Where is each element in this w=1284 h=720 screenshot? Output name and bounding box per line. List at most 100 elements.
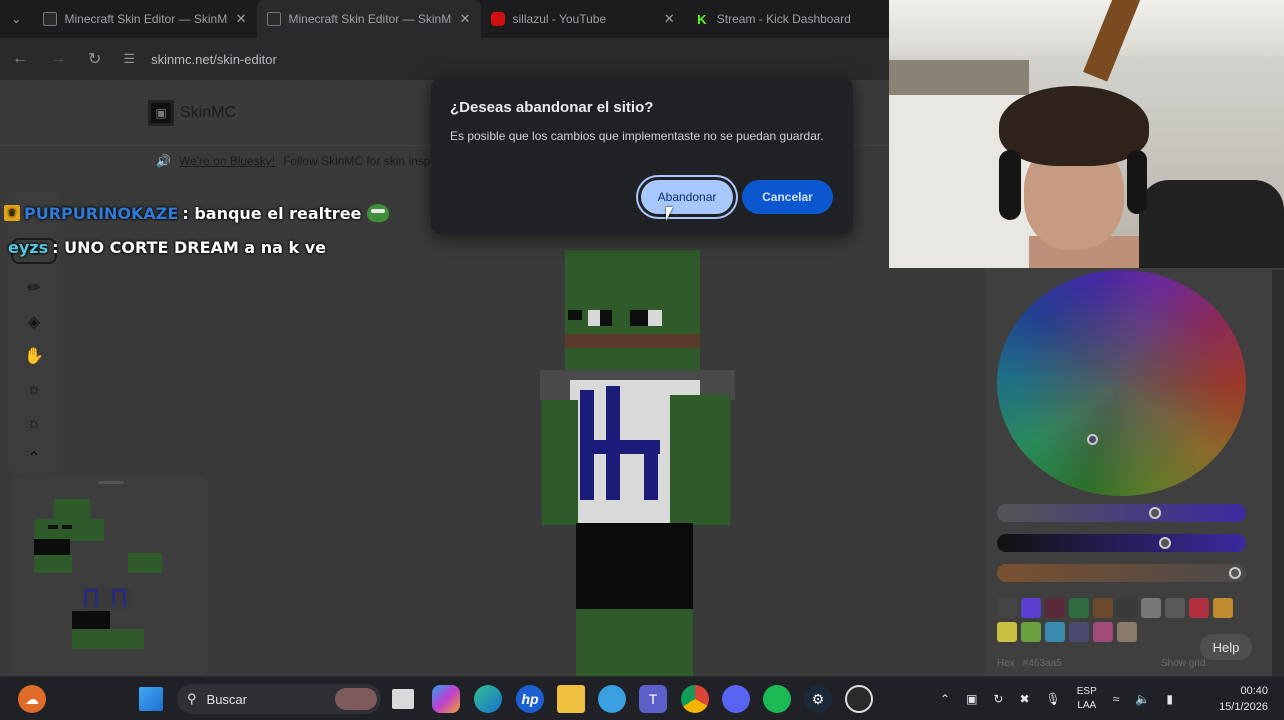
tab-kick-dashboard[interactable]: K Stream - Kick Dashboard <box>685 0 889 38</box>
leave-button[interactable]: Abandonar <box>641 180 733 214</box>
color-swatch[interactable] <box>997 622 1017 642</box>
site-brand[interactable]: SkinMC <box>180 104 236 122</box>
more-icon[interactable]: ⌃ <box>22 448 46 468</box>
color-swatch[interactable] <box>1189 598 1209 618</box>
color-swatch[interactable] <box>1045 598 1065 618</box>
start-button-icon[interactable] <box>139 687 163 711</box>
tray-app-icon[interactable]: ▣ <box>966 692 977 706</box>
hand-icon[interactable]: ✋ <box>22 346 46 366</box>
darken-icon[interactable]: ☼ <box>22 414 46 434</box>
color-swatch[interactable] <box>1021 598 1041 618</box>
kick-favicon-icon: K <box>694 12 709 27</box>
system-tray: ⌃ ▣ ↻ ✖ 🎙 ESP LAA ≈ 🔈 ▮ <box>940 677 1173 720</box>
back-arrow-icon[interactable]: ← <box>12 50 28 68</box>
color-swatch[interactable] <box>1213 598 1233 618</box>
drag-handle[interactable] <box>98 481 124 484</box>
color-swatch[interactable] <box>1093 598 1113 618</box>
tab-title: sillazul - YouTube <box>512 12 607 26</box>
site-info-icon[interactable]: ☰ <box>123 51 135 67</box>
close-icon[interactable]: ✕ <box>664 11 675 27</box>
tab-skin-editor-1[interactable]: Minecraft Skin Editor — SkinMC ✕ <box>33 0 257 38</box>
clock[interactable]: 00:40 15/1/2026 <box>1208 683 1268 715</box>
cancel-button[interactable]: Cancelar <box>742 180 833 214</box>
teams-icon[interactable]: T <box>639 685 667 713</box>
hex-label: Hex <box>997 658 1015 669</box>
search-highlight-icon <box>335 688 377 710</box>
weather-widget-icon[interactable]: ☁ <box>18 685 46 713</box>
task-view-icon[interactable] <box>392 689 414 709</box>
tab-title: Minecraft Skin Editor — SkinMC <box>288 12 452 26</box>
tab-search-chevron-icon[interactable]: ⌄ <box>0 0 33 38</box>
value-slider[interactable] <box>997 534 1246 552</box>
wifi-icon[interactable]: ≈ <box>1113 692 1120 706</box>
color-swatch[interactable] <box>1069 622 1089 642</box>
eyedropper-icon[interactable]: ✏ <box>22 278 46 298</box>
color-swatch[interactable] <box>1117 622 1137 642</box>
tab-youtube[interactable]: sillazul - YouTube ✕ <box>481 0 685 38</box>
color-swatch[interactable] <box>1093 622 1113 642</box>
color-swatch[interactable] <box>1045 622 1065 642</box>
banner-text: Follow SkinMC for skin inspi <box>283 154 434 168</box>
chat-username: eyzs <box>8 237 49 257</box>
forward-arrow-icon[interactable]: → <box>50 50 66 68</box>
slider-knob[interactable] <box>1229 567 1241 579</box>
taskbar-search[interactable]: ⚲ Buscar <box>177 684 381 714</box>
dialog-message: Es posible que los cambios que implement… <box>450 129 824 143</box>
alpha-slider[interactable] <box>997 564 1246 582</box>
bucket-icon[interactable]: ◈ <box>22 312 46 332</box>
reload-icon[interactable]: ↻ <box>88 49 101 69</box>
chevron-up-icon[interactable]: ⌃ <box>940 692 950 706</box>
tab-title: Minecraft Skin Editor — SkinMC <box>64 12 228 26</box>
color-swatch[interactable] <box>1117 598 1137 618</box>
steam-icon[interactable]: ⚙ <box>804 685 832 713</box>
url-text[interactable]: skinmc.net/skin-editor <box>151 52 277 67</box>
slider-knob[interactable] <box>1149 507 1161 519</box>
color-swatch[interactable] <box>1165 598 1185 618</box>
obs-icon[interactable] <box>845 685 873 713</box>
copilot-icon[interactable] <box>432 685 460 713</box>
tab-skin-editor-2[interactable]: Minecraft Skin Editor — SkinMC ✕ <box>256 0 481 38</box>
lang-bottom: LAA <box>1077 700 1097 711</box>
skin-texture-preview[interactable] <box>12 477 208 675</box>
brightness-icon[interactable]: ☼ <box>22 380 46 400</box>
hex-value[interactable]: #463aa5 <box>1023 658 1062 669</box>
chat-message: eyzs : UNO CORTE DREAM a na k ve <box>0 230 389 264</box>
close-icon[interactable]: ✕ <box>460 11 471 27</box>
volume-icon[interactable]: 🔈 <box>1135 692 1150 706</box>
microphone-icon[interactable]: 🎙 <box>1046 692 1061 706</box>
file-explorer-icon[interactable] <box>557 685 585 713</box>
date: 15/1/2026 <box>1219 701 1268 713</box>
show-grid-toggle[interactable]: Show grid <box>1161 658 1205 669</box>
edge-icon[interactable] <box>474 685 502 713</box>
color-swatch[interactable] <box>997 598 1017 618</box>
color-wheel[interactable] <box>997 270 1246 496</box>
mouse-cursor-icon <box>666 207 678 221</box>
language-indicator[interactable]: ESP LAA <box>1077 685 1097 713</box>
color-wheel-knob[interactable] <box>1087 434 1098 445</box>
hp-icon[interactable]: hp <box>516 685 544 713</box>
discord-icon[interactable] <box>722 685 750 713</box>
color-swatch[interactable] <box>1069 598 1089 618</box>
chrome-icon[interactable] <box>681 685 709 713</box>
scrollbar[interactable] <box>1272 270 1284 676</box>
color-swatch[interactable] <box>1141 598 1161 618</box>
app-icon[interactable] <box>598 685 626 713</box>
skinmc-favicon-icon <box>42 12 57 26</box>
screen: ⌄ Minecraft Skin Editor — SkinMC ✕ Minec… <box>0 0 1284 720</box>
no-notifications-icon[interactable]: ✖ <box>1019 692 1029 706</box>
battery-icon[interactable]: ▮ <box>1166 692 1173 706</box>
tab-title: Stream - Kick Dashboard <box>716 12 851 26</box>
hue-slider[interactable] <box>997 504 1246 522</box>
skinmc-logo-icon[interactable]: ▣ <box>148 99 174 126</box>
search-placeholder: Buscar <box>206 691 247 707</box>
sync-icon[interactable]: ↻ <box>993 692 1003 706</box>
color-swatch[interactable] <box>1021 622 1041 642</box>
slider-knob[interactable] <box>1159 537 1171 549</box>
help-button[interactable]: Help <box>1200 634 1252 660</box>
color-swatches <box>997 598 1237 642</box>
bluesky-link[interactable]: We're on Bluesky! <box>179 154 275 168</box>
color-picker-panel: Hex #463aa5 Show grid Help <box>985 268 1284 676</box>
close-icon[interactable]: ✕ <box>236 11 247 27</box>
skin-3d-model[interactable] <box>540 250 735 680</box>
spotify-icon[interactable] <box>763 685 791 713</box>
